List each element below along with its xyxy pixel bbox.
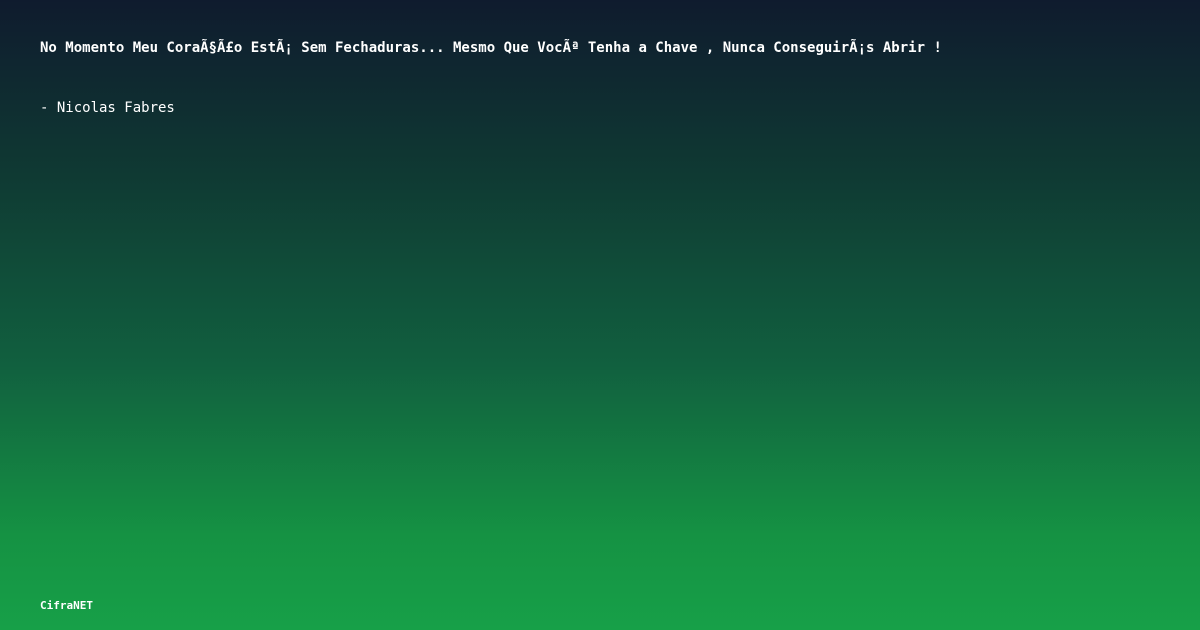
quote-author: - Nicolas Fabres [40, 100, 175, 116]
brand-logo-text: CifraNET [40, 599, 93, 612]
quote-text: No Momento Meu CoraÃ§Ã£o EstÃ¡ Sem Fecha… [40, 40, 942, 56]
